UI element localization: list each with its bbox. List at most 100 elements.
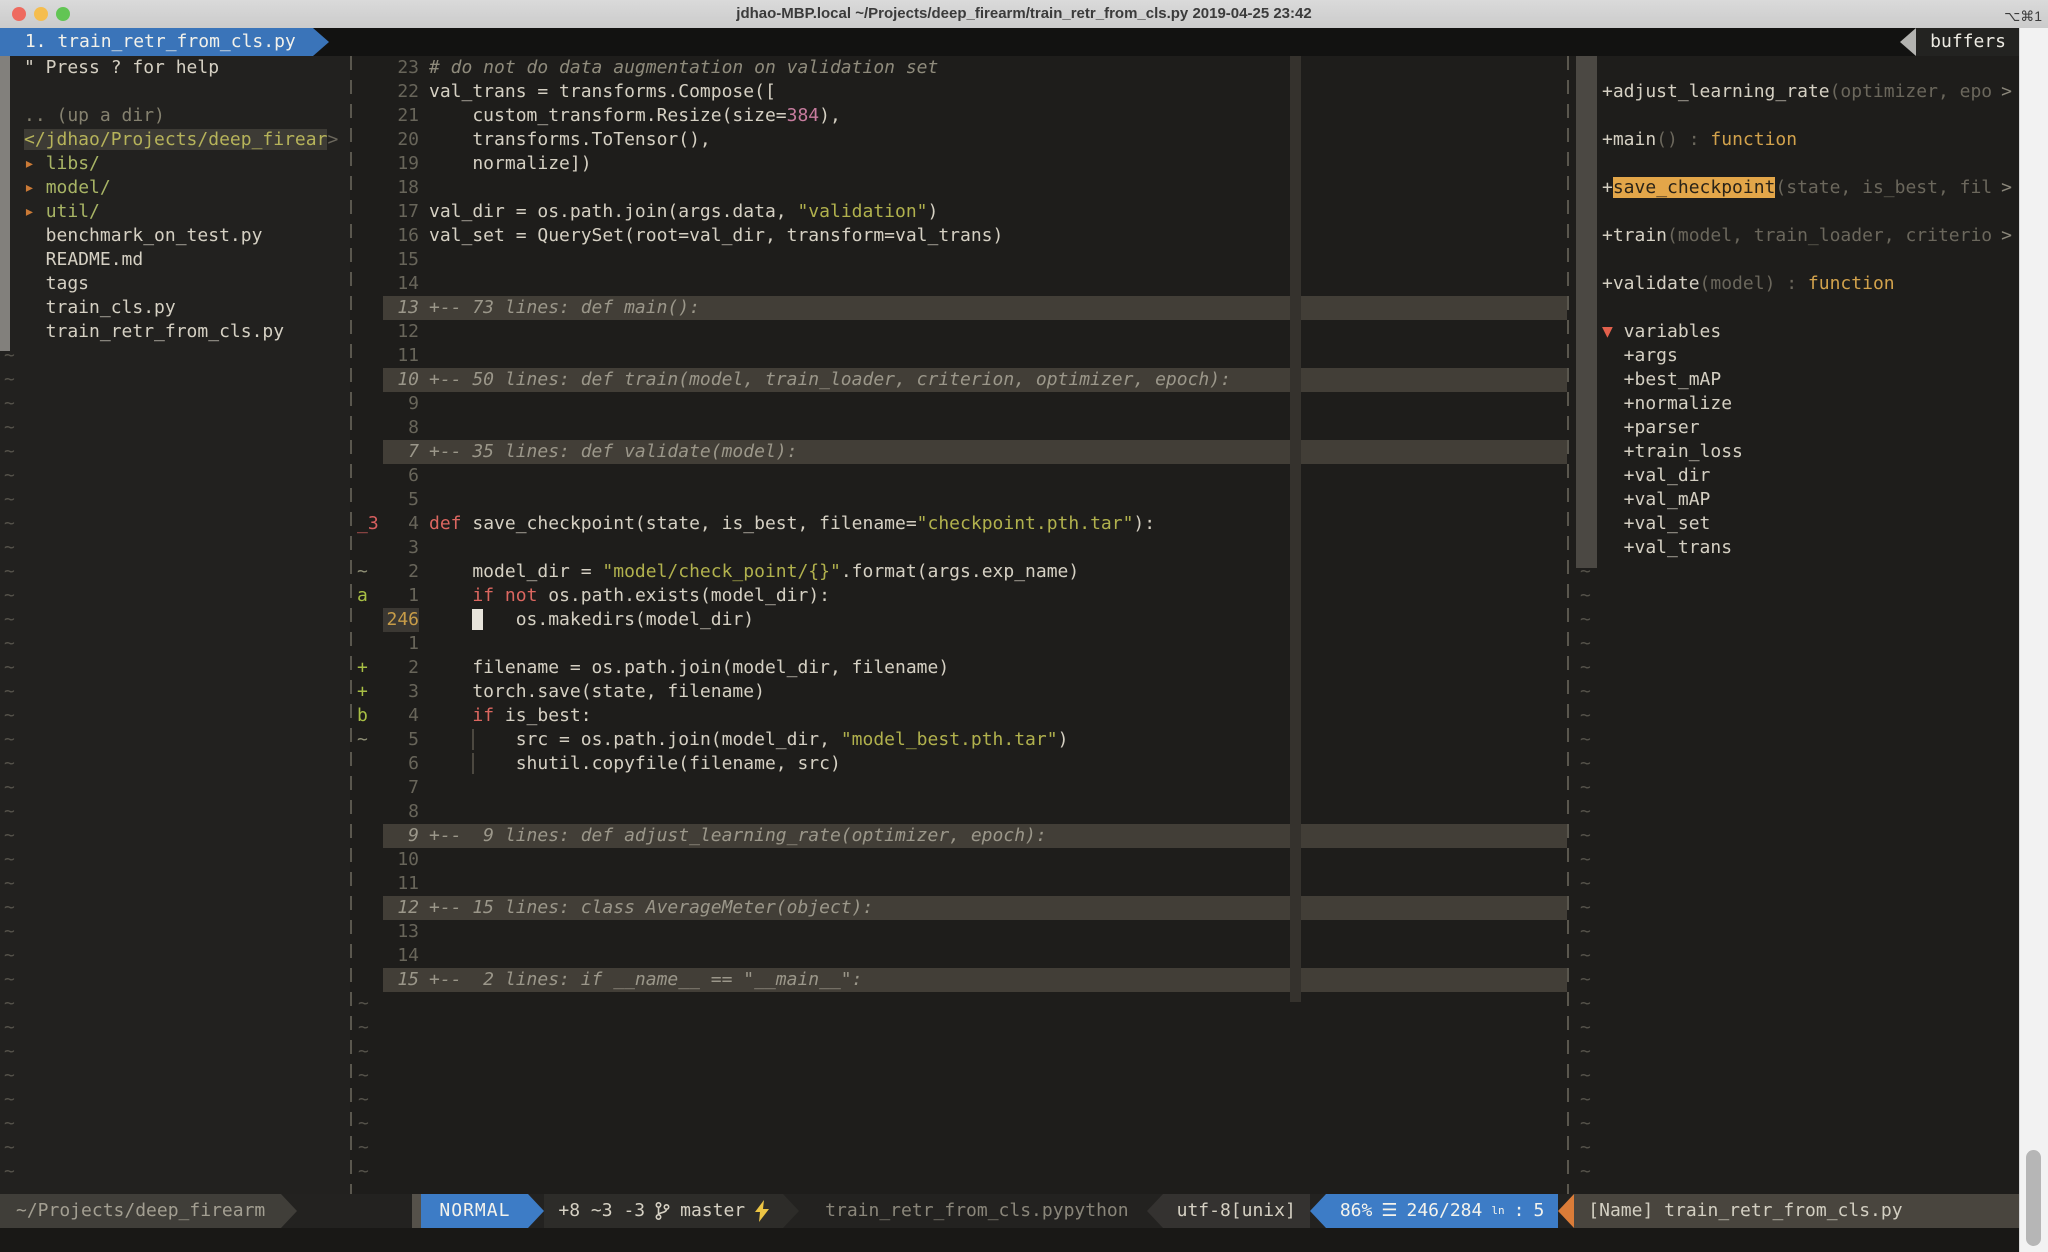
code-line[interactable]: a1 if not os.path.exists(model_dir): — [354, 584, 1567, 608]
code-line[interactable]: 8 — [354, 416, 1567, 440]
line-number: 15 — [383, 968, 419, 992]
folded-code-line[interactable]: 9+-- 9 lines: def adjust_learning_rate(o… — [354, 824, 1567, 848]
tree-item[interactable]: ▸ libs/ — [0, 152, 350, 176]
empty-line-tilde: ~ — [0, 776, 350, 800]
code-line[interactable]: 17val_dir = os.path.join(args.data, "val… — [354, 200, 1567, 224]
close-button[interactable] — [12, 7, 26, 21]
code-line[interactable]: 5 — [354, 488, 1567, 512]
code-line[interactable]: 11 — [354, 872, 1567, 896]
tag-item[interactable]: +parser — [1576, 416, 2020, 440]
tag-item[interactable]: +train_loss — [1576, 440, 2020, 464]
tree-item[interactable]: tags — [0, 272, 350, 296]
macos-scrollbar-track[interactable] — [2019, 28, 2048, 1252]
nerdtree-scrollbar[interactable] — [0, 56, 10, 351]
code-line[interactable]: 9 — [354, 392, 1567, 416]
tag-item[interactable]: +args — [1576, 344, 2020, 368]
code-line[interactable]: ~2 model_dir = "model/check_point/{}".fo… — [354, 560, 1567, 584]
code-line[interactable]: 16val_set = QuerySet(root=val_dir, trans… — [354, 224, 1567, 248]
code-line[interactable]: 6 shutil.copyfile(filename, src) — [354, 752, 1567, 776]
command-line[interactable] — [0, 1228, 2048, 1252]
tag-item[interactable]: +normalize — [1576, 392, 2020, 416]
editor-scrollbar[interactable] — [1290, 56, 1301, 1002]
tag-item[interactable] — [1576, 104, 2020, 128]
line-number: 10 — [383, 368, 419, 392]
code-line[interactable]: 21 custom_transform.Resize(size=384), — [354, 104, 1567, 128]
empty-line-tilde: ~ — [1576, 992, 2020, 1016]
tree-item[interactable]: " Press ? for help — [0, 56, 350, 80]
line-position: 246/284 — [1406, 1194, 1482, 1228]
tag-item[interactable]: +train(model, train_loader, criterio> — [1576, 224, 2020, 248]
line-number: 3 — [383, 536, 419, 560]
tag-item[interactable]: +best_mAP — [1576, 368, 2020, 392]
line-number: 20 — [383, 128, 419, 152]
code-line[interactable]: 15 — [354, 248, 1567, 272]
tag-item[interactable] — [1576, 56, 2020, 80]
tree-item[interactable]: ▸ model/ — [0, 176, 350, 200]
minimize-button[interactable] — [34, 7, 48, 21]
tag-item[interactable]: +val_dir — [1576, 464, 2020, 488]
tag-item[interactable] — [1576, 296, 2020, 320]
code-line[interactable]: 23# do not do data augmentation on valid… — [354, 56, 1567, 80]
code-line[interactable]: 3 — [354, 536, 1567, 560]
tag-item[interactable]: +val_trans — [1576, 536, 2020, 560]
window-separator-right[interactable] — [1567, 56, 1569, 1194]
folded-code-line[interactable]: 15+-- 2 lines: if __name__ == "__main__"… — [354, 968, 1567, 992]
folded-code-line[interactable]: 7+-- 35 lines: def validate(model): — [354, 440, 1567, 464]
code-line[interactable]: 7 — [354, 776, 1567, 800]
tag-item[interactable]: +save_checkpoint(state, is_best, fil> — [1576, 176, 2020, 200]
tag-item[interactable]: ▼ variables — [1576, 320, 2020, 344]
tree-item[interactable] — [0, 80, 350, 104]
folded-code-line[interactable]: 10+-- 50 lines: def train(model, train_l… — [354, 368, 1567, 392]
code-line[interactable]: 11 — [354, 344, 1567, 368]
code-line[interactable]: 8 — [354, 800, 1567, 824]
tag-item[interactable] — [1576, 200, 2020, 224]
code-line[interactable]: 18 — [354, 176, 1567, 200]
tag-item[interactable]: +validate(model) : function — [1576, 272, 2020, 296]
tagbar-scrollbar[interactable] — [1576, 56, 1597, 568]
code-line[interactable]: 1 — [354, 632, 1567, 656]
code-line[interactable]: 14 — [354, 272, 1567, 296]
window-separator-left[interactable] — [350, 56, 352, 1194]
empty-line-tilde: ~ — [1576, 608, 2020, 632]
empty-line-tilde: ~ — [354, 1064, 1567, 1088]
tag-item[interactable] — [1576, 248, 2020, 272]
line-number: 13 — [383, 296, 419, 320]
code-line[interactable]: 22val_trans = transforms.Compose([ — [354, 80, 1567, 104]
tag-item[interactable]: +adjust_learning_rate(optimizer, epo> — [1576, 80, 2020, 104]
code-line[interactable]: 13 — [354, 920, 1567, 944]
tree-item[interactable]: ▸ util/ — [0, 200, 350, 224]
statusline-filetype: python — [1064, 1194, 1129, 1228]
code-line[interactable]: 20 transforms.ToTensor(), — [354, 128, 1567, 152]
code-line[interactable]: +2 filename = os.path.join(model_dir, fi… — [354, 656, 1567, 680]
line-number: 5 — [383, 728, 419, 752]
buffers-arrow-separator — [1900, 28, 1916, 56]
tag-item[interactable]: +val_mAP — [1576, 488, 2020, 512]
macos-scrollbar-thumb[interactable] — [2026, 1150, 2041, 1246]
tree-item[interactable]: README.md — [0, 248, 350, 272]
code-line[interactable]: 19 normalize]) — [354, 152, 1567, 176]
tree-item[interactable]: train_cls.py — [0, 296, 350, 320]
code-line[interactable]: _34def save_checkpoint(state, is_best, f… — [354, 512, 1567, 536]
code-line[interactable]: 10 — [354, 848, 1567, 872]
code-line[interactable]: 246 os.makedirs(model_dir) — [354, 608, 1567, 632]
tagbar-statusline: [Name] train_retr_from_cls.py — [1574, 1194, 2020, 1228]
tree-item[interactable]: train_retr_from_cls.py — [0, 320, 350, 344]
tree-item[interactable]: benchmark_on_test.py — [0, 224, 350, 248]
code-line[interactable]: +3 torch.save(state, filename) — [354, 680, 1567, 704]
code-line[interactable]: ~5 src = os.path.join(model_dir, "model_… — [354, 728, 1567, 752]
folded-code-line[interactable]: 13+-- 73 lines: def main(): — [354, 296, 1567, 320]
code-line[interactable]: 14 — [354, 944, 1567, 968]
tab-label: 1. train_retr_from_cls.py — [14, 30, 307, 54]
tag-item[interactable] — [1576, 152, 2020, 176]
code-line[interactable]: 12 — [354, 320, 1567, 344]
line-number: 14 — [383, 272, 419, 296]
code-line[interactable]: b4 if is_best: — [354, 704, 1567, 728]
tag-item[interactable]: +main() : function — [1576, 128, 2020, 152]
tab-train-retr-from-cls[interactable]: 1. train_retr_from_cls.py — [0, 28, 313, 56]
tag-item[interactable]: +val_set — [1576, 512, 2020, 536]
folded-code-line[interactable]: 12+-- 15 lines: class AverageMeter(objec… — [354, 896, 1567, 920]
zoom-button[interactable] — [56, 7, 70, 21]
tree-item[interactable]: </jdhao/Projects/deep_firear> — [0, 128, 350, 152]
code-line[interactable]: 6 — [354, 464, 1567, 488]
tree-item[interactable]: .. (up a dir) — [0, 104, 350, 128]
